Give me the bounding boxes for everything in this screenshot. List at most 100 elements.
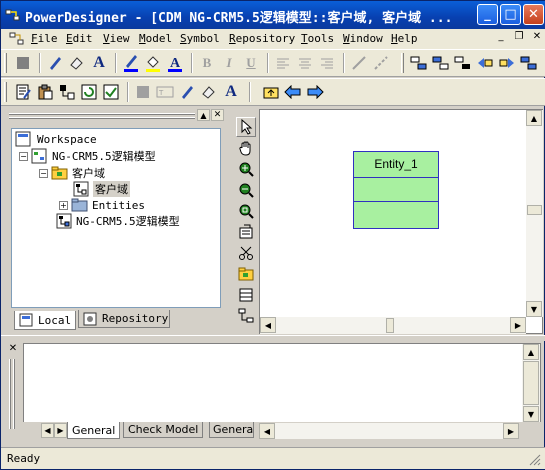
scroll-down-button[interactable]: ▼: [523, 406, 539, 422]
align-left-icon[interactable]: [273, 53, 293, 73]
forward-icon[interactable]: [305, 82, 325, 102]
menu-help[interactable]: Help: [391, 32, 418, 45]
collapse-icon[interactable]: −: [19, 151, 28, 161]
close-icon[interactable]: ✕: [7, 343, 19, 355]
zoom-fit-icon[interactable]: [236, 201, 256, 221]
minimize-button[interactable]: _: [477, 4, 498, 25]
output-vertical-scrollbar[interactable]: ▲ ▼: [522, 344, 540, 422]
output-scroll-left-button[interactable]: ◀: [259, 423, 275, 439]
scroll-up-button[interactable]: ▲: [526, 110, 542, 126]
title-bar[interactable]: PowerDesigner - [CDM NG-CRM5.5逻辑模型::客户域,…: [1, 1, 545, 29]
menu-repository[interactable]: Repository: [229, 32, 295, 45]
document-icon[interactable]: [9, 32, 25, 46]
tree6-icon[interactable]: [519, 53, 539, 73]
tree-item-model[interactable]: − NG-CRM5.5逻辑模型: [19, 148, 156, 164]
diagram-canvas[interactable]: Entity_1 ▲ ▼ ◀ ▶: [259, 109, 543, 334]
pointer-icon[interactable]: [236, 117, 256, 137]
menu-window[interactable]: Window: [343, 32, 383, 45]
close-button[interactable]: ✕: [523, 4, 544, 25]
vertical-splitter[interactable]: [225, 109, 233, 334]
font-icon[interactable]: A: [221, 82, 241, 102]
package-icon[interactable]: [236, 264, 256, 284]
mdi-close-button[interactable]: ✕: [529, 30, 545, 44]
italic-icon[interactable]: I: [219, 53, 239, 73]
browser-grip[interactable]: [9, 113, 195, 115]
output-grip[interactable]: [9, 359, 11, 429]
tab-general-2[interactable]: Genera: [209, 422, 254, 438]
toolbar-grip[interactable]: [4, 53, 7, 73]
bold-icon[interactable]: B: [197, 53, 217, 73]
cut-icon[interactable]: [236, 243, 256, 263]
text-icon[interactable]: T: [155, 82, 175, 102]
output-scroll-right-button[interactable]: ▶: [503, 423, 519, 439]
tab-scroll-left-button[interactable]: ◀: [41, 423, 54, 438]
stop-icon[interactable]: [133, 82, 153, 102]
eraser-icon[interactable]: [67, 53, 87, 73]
fill-color-icon[interactable]: [143, 53, 163, 73]
scroll-down-button[interactable]: ▼: [526, 301, 542, 317]
up-folder-icon[interactable]: [261, 82, 281, 102]
properties-icon[interactable]: [13, 82, 33, 102]
tree3-icon[interactable]: [453, 53, 473, 73]
scroll-thumb[interactable]: [386, 318, 394, 333]
menu-view[interactable]: View: [103, 32, 130, 45]
menu-file[interactable]: File: [31, 32, 58, 45]
eraser-icon[interactable]: [199, 82, 219, 102]
gray-box-icon[interactable]: [13, 53, 33, 73]
refresh-icon[interactable]: [79, 82, 99, 102]
tab-local[interactable]: Local: [14, 311, 76, 330]
horizontal-splitter[interactable]: [1, 335, 545, 341]
tree4-icon[interactable]: [475, 53, 495, 73]
zoom-in-icon[interactable]: [236, 159, 256, 179]
open-diagram-icon[interactable]: [236, 222, 256, 242]
tree5-icon[interactable]: [497, 53, 517, 73]
tab-general[interactable]: General: [67, 422, 121, 439]
scroll-up-button[interactable]: ▲: [523, 344, 539, 360]
resize-grip-icon[interactable]: [529, 454, 541, 466]
scroll-thumb[interactable]: [527, 205, 542, 215]
font-icon[interactable]: A: [89, 53, 109, 73]
tab-check-model[interactable]: Check Model: [123, 422, 204, 438]
align-right-icon[interactable]: [317, 53, 337, 73]
check-icon[interactable]: [101, 82, 121, 102]
line-color-icon[interactable]: [121, 53, 141, 73]
link-icon[interactable]: [349, 53, 369, 73]
mdi-restore-button[interactable]: ❐: [511, 30, 527, 44]
menu-symbol[interactable]: Symbol: [180, 32, 220, 45]
menu-tools[interactable]: Tools: [301, 32, 334, 45]
horizontal-scrollbar[interactable]: ◀ ▶: [260, 317, 526, 334]
pen-icon[interactable]: [177, 82, 197, 102]
tree2-icon[interactable]: [431, 53, 451, 73]
tree-item-model2[interactable]: NG-CRM5.5逻辑模型: [56, 213, 180, 229]
output-text-area[interactable]: ▲ ▼: [23, 343, 541, 423]
scroll-thumb[interactable]: [523, 361, 539, 405]
maximize-pane-button[interactable]: ▲: [197, 109, 210, 121]
expand-icon[interactable]: +: [59, 200, 68, 210]
scroll-right-button[interactable]: ▶: [510, 317, 526, 333]
entity-symbol[interactable]: Entity_1: [353, 151, 439, 229]
entity-icon[interactable]: [236, 285, 256, 305]
tree-item-diagram[interactable]: 客户域: [73, 181, 130, 197]
grid-icon[interactable]: [57, 82, 77, 102]
tree-icon[interactable]: [409, 53, 429, 73]
tab-scroll-right-button[interactable]: ▶: [54, 423, 67, 438]
pen-icon[interactable]: [45, 53, 65, 73]
vertical-scrollbar[interactable]: ▲ ▼: [526, 110, 543, 317]
inheritance-icon[interactable]: [236, 306, 256, 326]
maximize-button[interactable]: □: [500, 4, 521, 25]
zoom-out-icon[interactable]: [236, 180, 256, 200]
tree-item-workspace[interactable]: Workspace: [15, 131, 97, 147]
back-icon[interactable]: [283, 82, 303, 102]
scroll-left-button[interactable]: ◀: [260, 317, 276, 333]
output-horizontal-track[interactable]: [275, 423, 503, 439]
mdi-minimize-button[interactable]: _: [493, 30, 509, 44]
font-color-icon[interactable]: A: [165, 53, 185, 73]
collapse-icon[interactable]: −: [39, 168, 48, 178]
toolbar-grip[interactable]: [401, 53, 404, 73]
menu-model[interactable]: Model: [139, 32, 172, 45]
paste-icon[interactable]: [35, 82, 55, 102]
toolbar-grip[interactable]: [4, 82, 7, 102]
underline-icon[interactable]: U: [241, 53, 261, 73]
hand-icon[interactable]: [236, 138, 256, 158]
close-pane-button[interactable]: ✕: [211, 109, 224, 121]
